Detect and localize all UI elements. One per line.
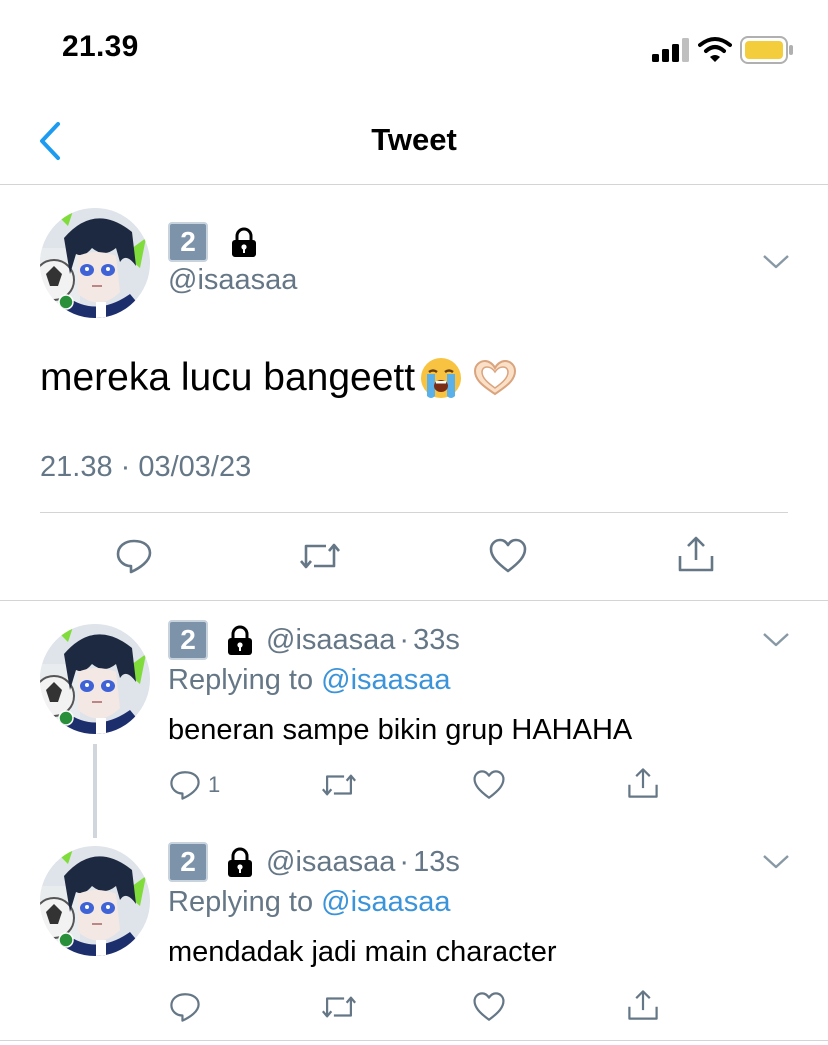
share-button[interactable]: [626, 766, 660, 800]
reply-header: 2 @isaasaa · 13s: [168, 842, 460, 882]
reply-button[interactable]: [168, 990, 202, 1024]
keycap-badge: 2: [168, 222, 208, 262]
keycap-badge: 2: [168, 842, 208, 882]
share-icon: [626, 988, 660, 1022]
user-handle[interactable]: @isaasaa: [168, 264, 297, 297]
reply-icon: [114, 536, 154, 576]
divider: [0, 600, 828, 601]
lock-icon: [224, 624, 256, 656]
lock-icon: [224, 846, 256, 878]
avatar[interactable]: [40, 624, 150, 734]
battery-icon: [740, 36, 793, 64]
page-title: Tweet: [371, 122, 457, 157]
like-icon: [472, 768, 506, 802]
chevron-down-icon[interactable]: [762, 630, 790, 650]
reply-icon: [168, 768, 202, 802]
retweet-icon: [320, 990, 358, 1024]
reply-time: 13s: [413, 845, 460, 878]
retweet-icon: [298, 536, 342, 576]
chevron-down-icon[interactable]: [762, 852, 790, 872]
tweet-actions: [0, 532, 828, 582]
retweet-button[interactable]: [298, 536, 342, 576]
like-button[interactable]: [488, 536, 528, 576]
avatar[interactable]: [40, 208, 150, 318]
mention-link[interactable]: @isaasaa: [321, 886, 450, 918]
reply-button[interactable]: 1: [168, 768, 220, 802]
share-button[interactable]: [626, 988, 660, 1022]
cellular-signal-icon: [652, 38, 689, 62]
user-handle[interactable]: @isaasaa: [266, 846, 395, 879]
keycap-badge: 2: [168, 620, 208, 660]
replying-to: Replying to @isaasaa: [168, 664, 451, 697]
separator-dot: ·: [399, 623, 410, 656]
heart-hands-icon: [474, 359, 517, 396]
avatar-image: [40, 624, 150, 734]
reply-time: 33s: [413, 623, 460, 656]
replying-to: Replying to @isaasaa: [168, 886, 451, 919]
avatar[interactable]: [40, 846, 150, 956]
like-icon: [488, 536, 528, 576]
user-handle[interactable]: @isaasaa: [266, 624, 395, 657]
divider: [0, 1040, 828, 1041]
avatar-image: [40, 208, 150, 318]
separator-dot: ·: [399, 845, 410, 878]
retweet-icon: [320, 768, 358, 802]
share-icon: [626, 766, 660, 800]
like-button[interactable]: [472, 990, 506, 1024]
nav-bar: Tweet: [0, 100, 828, 185]
reply-text: mendadak jadi main character: [168, 936, 557, 968]
chevron-down-icon[interactable]: [762, 252, 790, 272]
like-button[interactable]: [472, 768, 506, 802]
tweet-text: mereka lucu bangeett: [40, 356, 519, 400]
replying-to-label: Replying to: [168, 664, 314, 696]
share-button[interactable]: [676, 534, 716, 574]
reply-button[interactable]: [114, 536, 154, 576]
thread-connector: [93, 744, 97, 838]
reply-icon: [168, 990, 202, 1024]
wifi-icon: [698, 37, 732, 62]
avatar-image: [40, 846, 150, 956]
like-icon: [472, 990, 506, 1024]
divider: [40, 512, 788, 513]
share-icon: [676, 534, 716, 574]
lock-icon: [228, 226, 260, 258]
tweet-text-content: mereka lucu bangeett: [40, 356, 416, 399]
display-name[interactable]: 2: [168, 222, 260, 262]
replying-to-label: Replying to: [168, 886, 314, 918]
reply-text: beneran sampe bikin grup HAHAHA: [168, 714, 633, 746]
mention-link[interactable]: @isaasaa: [321, 664, 450, 696]
status-time: 21.39: [62, 30, 139, 63]
reply-count: 1: [208, 772, 221, 797]
retweet-button[interactable]: [320, 990, 358, 1024]
retweet-button[interactable]: [320, 768, 358, 802]
tweet-timestamp: 21.38 · 03/03/23: [40, 451, 252, 483]
reply-header: 2 @isaasaa · 33s: [168, 620, 460, 660]
loudly-crying-face-icon: [421, 358, 462, 398]
status-bar: 21.39: [0, 0, 828, 100]
